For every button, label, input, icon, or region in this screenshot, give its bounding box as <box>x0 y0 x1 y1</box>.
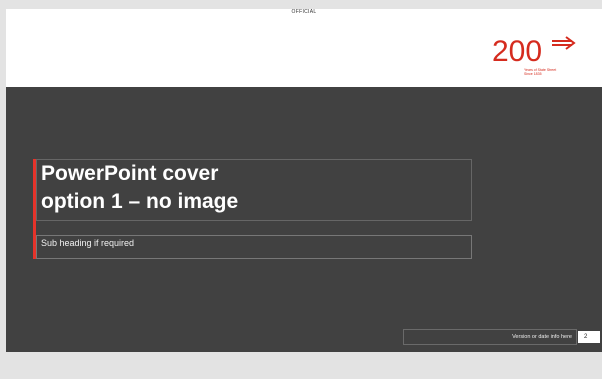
title-placeholder[interactable]: PowerPoint cover option 1 – no image <box>36 159 472 221</box>
slide: OFFICIAL 200 Years of State Street Since… <box>6 9 602 352</box>
title-line-1: PowerPoint cover <box>41 162 219 185</box>
subtitle-placeholder[interactable]: Sub heading if required <box>36 235 472 259</box>
classification-label: OFFICIAL <box>291 9 317 15</box>
svg-text:200: 200 <box>492 35 542 68</box>
logo-200-icon: 200 <box>492 35 576 68</box>
title-line-2: option 1 – no image <box>41 190 239 213</box>
version-info-placeholder[interactable]: Version or date info here <box>403 329 577 345</box>
logo: 200 Years of State Street Since 1835 <box>490 27 590 77</box>
page-number: 2 <box>578 331 600 343</box>
logo-tagline: Years of State Street Since 1835 <box>524 68 557 76</box>
